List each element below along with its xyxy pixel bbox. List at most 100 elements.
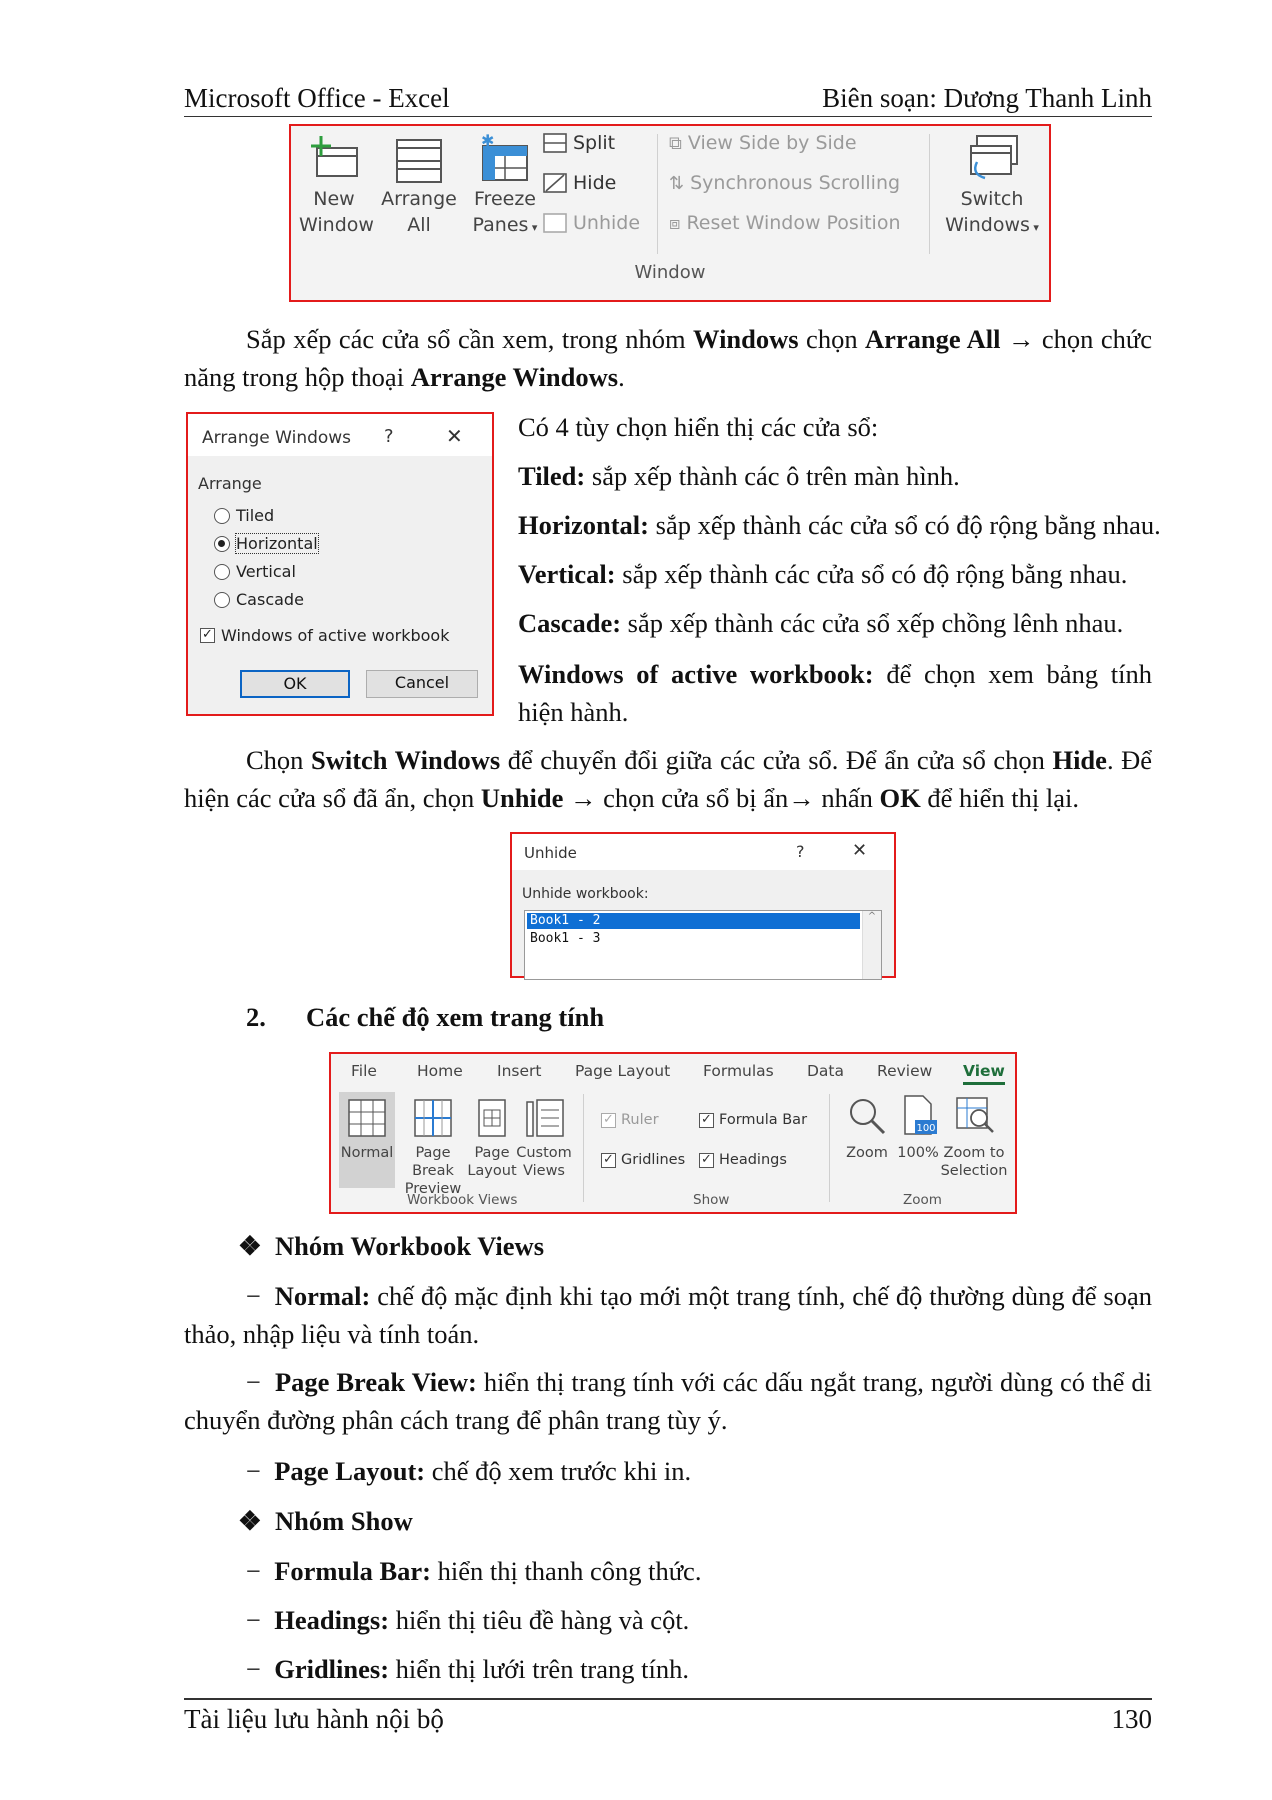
close-icon[interactable]: ✕ (446, 424, 463, 448)
dash: − (246, 1456, 261, 1486)
option-horizontal: Horizontal: sắp xếp thành các cửa sổ có … (518, 506, 1161, 544)
checkbox-checked-icon: ✓ (601, 1152, 616, 1168)
para2-bold: Hide (1052, 745, 1107, 775)
radio-horizontal[interactable]: Horizontal (214, 533, 319, 554)
radio-tiled[interactable]: Tiled (214, 506, 274, 525)
item-desc: hiển thị thanh công thức. (430, 1556, 702, 1586)
new-window-button[interactable]: New Window (299, 132, 374, 242)
svg-text:✱: ✱ (481, 132, 494, 150)
heading-text: Nhóm Show (275, 1506, 413, 1536)
page-break-label-1: Page Break (412, 1145, 454, 1179)
checkbox-checked-icon: ✓ (200, 628, 215, 643)
para2-text: để chuyển đổi giữa các cửa sổ. Để ẩn cửa… (500, 745, 1053, 775)
para2-text: → chọn cửa sổ bị ẩn→ nhấn (563, 783, 880, 813)
formula-bar-checkbox[interactable]: ✓ Formula Bar (699, 1112, 807, 1128)
new-window-icon (311, 136, 358, 177)
cancel-button[interactable]: Cancel (366, 670, 478, 698)
page-layout-view-button[interactable]: Page Layout (467, 1092, 517, 1188)
gridlines-checkbox[interactable]: ✓ Gridlines (601, 1152, 685, 1168)
wb-item-page-break: − Page Break View: hiển thị trang tính v… (184, 1363, 1152, 1439)
freeze-panes-label-2: Panes (472, 214, 529, 236)
hide-icon (543, 173, 567, 193)
radio-cascade[interactable]: Cascade (214, 590, 304, 609)
section-number: 2. (246, 1002, 266, 1032)
window-group-label: Window (634, 262, 706, 283)
separator (829, 1094, 830, 1202)
hide-button[interactable]: Hide (543, 172, 616, 194)
unhide-workbook-label: Unhide workbook: (522, 886, 649, 902)
dash: − (246, 1367, 261, 1397)
page-layout-label-1: Page (474, 1145, 510, 1161)
page-break-preview-icon (414, 1099, 452, 1137)
zoom-to-selection-icon (956, 1097, 994, 1133)
zoom-100-icon: 100 (904, 1095, 937, 1135)
header-right: Biên soạn: Dương Thanh Linh (822, 83, 1152, 113)
unhide-dialog: Unhide ? ✕ Unhide workbook: Book1 - 2 Bo… (510, 832, 896, 980)
freeze-panes-icon: ✱ (481, 132, 528, 181)
tab-home[interactable]: Home (417, 1062, 463, 1080)
split-icon (543, 133, 567, 153)
heading-text: Nhóm Workbook Views (275, 1231, 545, 1261)
arrange-all-button[interactable]: Arrange All (379, 132, 459, 242)
synchronous-scrolling-label: Synchronous Scrolling (690, 172, 901, 194)
tab-data[interactable]: Data (807, 1062, 844, 1080)
arrange-windows-dialog: Arrange Windows ? ✕ Arrange Tiled Horizo… (186, 412, 494, 716)
tab-view[interactable]: View (963, 1062, 1005, 1085)
headings-checkbox[interactable]: ✓ Headings (699, 1152, 787, 1168)
arrange-all-icon (396, 139, 442, 183)
synchronous-scrolling-button[interactable]: ⇅ Synchronous Scrolling (669, 172, 900, 194)
page-break-preview-button[interactable]: Page Break Preview (397, 1092, 469, 1197)
switch-windows-button[interactable]: Switch Windows ▾ (941, 132, 1043, 242)
page-footer: Tài liệu lưu hành nội bộ 130 (184, 1698, 1152, 1735)
arrange-section-label: Arrange (198, 474, 262, 493)
radio-label: Cascade (236, 590, 304, 609)
wb-item-normal: − Normal: chế độ mặc định khi tạo mới mộ… (184, 1277, 1152, 1353)
tab-page-layout[interactable]: Page Layout (575, 1062, 670, 1080)
view-side-by-side-button[interactable]: ⧉ View Side by Side (669, 132, 857, 154)
list-item[interactable]: Book1 - 3 (527, 931, 600, 947)
gridlines-label: Gridlines (621, 1152, 686, 1168)
zoom-100-button[interactable]: 100 100% (895, 1092, 941, 1182)
radio-circle (214, 507, 230, 524)
dash: − (246, 1281, 261, 1311)
radio-circle (214, 563, 230, 580)
normal-view-button[interactable]: Normal (339, 1092, 395, 1188)
reset-window-position-button[interactable]: ⧈ Reset Window Position (669, 212, 901, 234)
para2-bold: OK (879, 783, 921, 813)
arrange-paragraph: Sắp xếp các cửa sổ cần xem, trong nhóm W… (184, 320, 1152, 396)
dropdown-arrow-icon: ▾ (1029, 221, 1039, 234)
ruler-checkbox[interactable]: ✓ Ruler (601, 1112, 659, 1128)
tab-formulas[interactable]: Formulas (703, 1062, 774, 1080)
hide-label: Hide (573, 172, 617, 194)
checkbox-checked-icon: ✓ (601, 1112, 616, 1128)
help-icon[interactable]: ? (384, 426, 394, 447)
tab-file[interactable]: File (351, 1062, 377, 1080)
para1-bold-3: Arrange Windows (410, 362, 619, 392)
custom-views-button[interactable]: Custom Views (515, 1092, 573, 1188)
freeze-panes-button[interactable]: ✱ Freeze Panes ▾ (463, 132, 547, 242)
close-icon[interactable]: ✕ (852, 840, 867, 861)
scrollbar[interactable]: ^ (862, 911, 881, 979)
tab-insert[interactable]: Insert (497, 1062, 541, 1080)
tab-review[interactable]: Review (877, 1062, 932, 1080)
split-button[interactable]: Split (543, 132, 615, 154)
radio-label: Horizontal (235, 533, 319, 554)
help-icon[interactable]: ? (796, 842, 805, 861)
para2-text: Chọn (246, 745, 311, 775)
list-item-selected[interactable]: Book1 - 2 (527, 913, 860, 929)
switch-paragraph: Chọn Switch Windows để chuyển đổi giữa c… (184, 741, 1152, 817)
show-heading: ❖ Nhóm Show (238, 1502, 413, 1540)
unhide-button[interactable]: Unhide (543, 212, 640, 234)
para1-text-1: Sắp xếp các cửa sổ cần xem, trong nhóm (246, 324, 694, 354)
zoom-button[interactable]: Zoom (839, 1092, 895, 1182)
view-ribbon-screenshot: File Home Insert Page Layout Formulas Da… (329, 1052, 1017, 1214)
options-intro: Có 4 tùy chọn hiển thị các cửa sổ: (518, 412, 879, 442)
radio-vertical[interactable]: Vertical (214, 562, 296, 581)
workbook-listbox[interactable]: Book1 - 2 Book1 - 3 ^ (524, 910, 882, 980)
ok-button[interactable]: OK (240, 670, 350, 698)
arrange-all-label-2: All (407, 214, 431, 236)
zoom-to-selection-label-2: Selection (940, 1163, 1008, 1179)
footer-left: Tài liệu lưu hành nội bộ (184, 1704, 444, 1734)
windows-active-workbook-checkbox[interactable]: ✓ Windows of active workbook (200, 626, 449, 645)
zoom-to-selection-button[interactable]: Zoom to Selection (939, 1092, 1009, 1188)
